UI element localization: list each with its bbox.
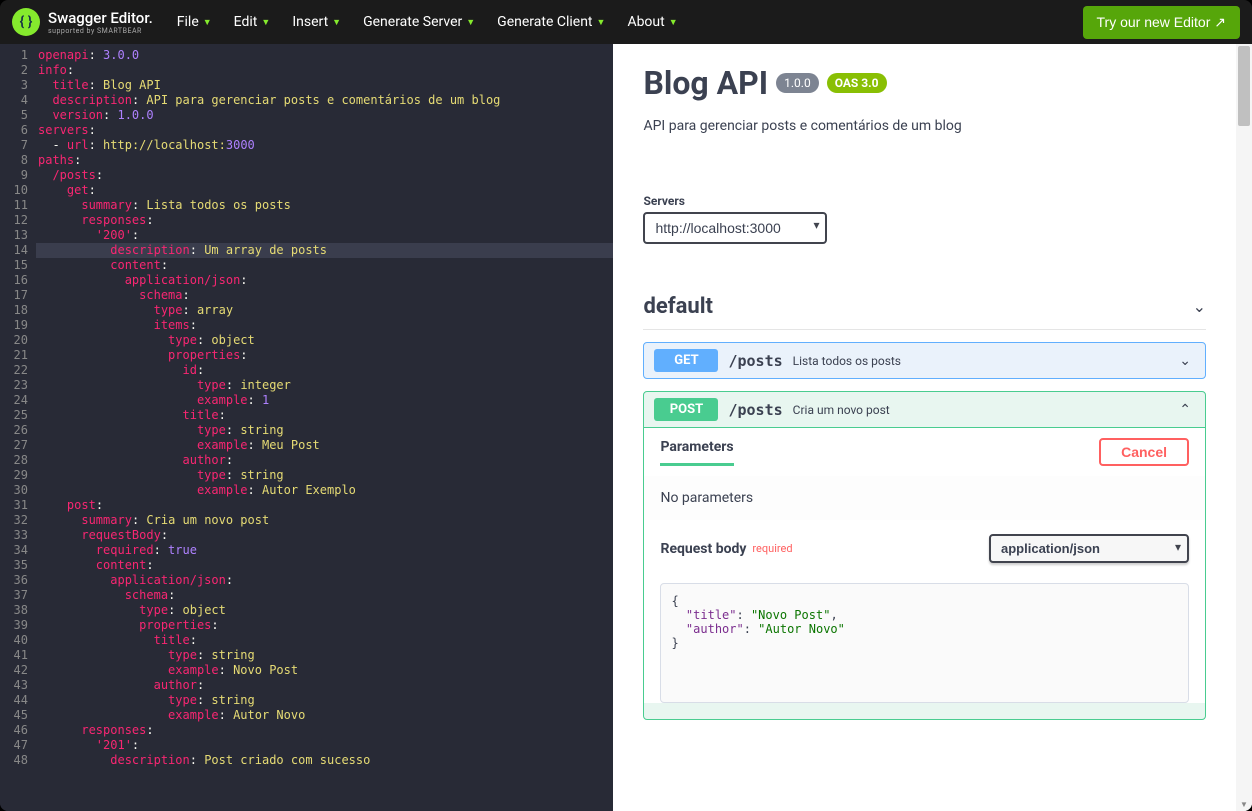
swagger-icon: { } (12, 8, 40, 36)
menu-edit[interactable]: Edit▼ (234, 14, 271, 30)
scroll-down-icon[interactable]: ▼ (1240, 800, 1248, 809)
oas-badge: OAS 3.0 (827, 73, 887, 93)
swagger-ui-pane: Blog API 1.0.0 OAS 3.0 API para gerencia… (613, 44, 1252, 811)
op-summary: Cria um novo post (793, 403, 1170, 417)
caret-down-icon: ▼ (466, 17, 475, 28)
menu-file[interactable]: File▼ (177, 14, 212, 30)
tag-default[interactable]: default ⌄ (643, 284, 1206, 330)
menu-generate-server[interactable]: Generate Server▼ (363, 14, 475, 30)
servers-label: Servers (643, 194, 1206, 208)
line-gutter: 1234567891011121314151617181920212223242… (0, 44, 36, 811)
method-badge: GET (654, 349, 718, 372)
op-header[interactable]: GET /posts Lista todos os posts ⌄ (644, 343, 1205, 378)
menu-about[interactable]: About▼ (627, 14, 677, 30)
try-new-editor-button[interactable]: Try our new Editor ↗ (1083, 6, 1240, 39)
logo-subtext: supported by SMARTBEAR (48, 27, 153, 35)
code-content[interactable]: openapi: 3.0.0info: title: Blog API desc… (36, 44, 613, 811)
scrollbar-thumb[interactable] (1238, 46, 1250, 126)
menu-generate-client[interactable]: Generate Client▼ (497, 14, 605, 30)
required-label: required (752, 542, 792, 555)
request-body-heading: Request body (660, 541, 746, 557)
api-description: API para gerenciar posts e comentários d… (643, 118, 1206, 134)
op-header[interactable]: POST /posts Cria um novo post ⌃ (644, 392, 1205, 427)
op-path: /posts (728, 401, 782, 419)
op-summary: Lista todos os posts (793, 354, 1170, 368)
caret-down-icon: ▼ (669, 17, 678, 28)
chevron-down-icon: ⌄ (1179, 353, 1191, 369)
yaml-editor[interactable]: 1234567891011121314151617181920212223242… (0, 44, 613, 811)
op-path: /posts (728, 352, 782, 370)
cancel-button[interactable]: Cancel (1099, 438, 1189, 466)
chevron-down-icon: ⌄ (1193, 297, 1206, 316)
menu-insert[interactable]: Insert▼ (292, 14, 341, 30)
content-type-select[interactable]: application/json (989, 534, 1189, 563)
request-body-example[interactable]: { "title": "Novo Post", "author": "Autor… (660, 583, 1189, 703)
version-badge: 1.0.0 (776, 73, 819, 93)
scrollbar[interactable]: ▲ ▼ (1236, 44, 1252, 811)
server-select[interactable]: http://localhost:3000 (643, 212, 827, 244)
topbar: { } Swagger Editor. supported by SMARTBE… (0, 0, 1252, 44)
method-badge: POST (654, 398, 718, 421)
op-get-posts: GET /posts Lista todos os posts ⌄ (643, 342, 1206, 379)
parameters-heading: Parameters (660, 439, 733, 466)
op-post-posts: POST /posts Cria um novo post ⌃ Paramete… (643, 391, 1206, 720)
caret-down-icon: ▼ (203, 17, 212, 28)
chevron-up-icon: ⌃ (1179, 402, 1191, 418)
caret-down-icon: ▼ (332, 17, 341, 28)
logo-text: Swagger Editor. (48, 9, 153, 27)
caret-down-icon: ▼ (261, 17, 270, 28)
menu-bar: File▼ Edit▼ Insert▼ Generate Server▼ Gen… (177, 14, 678, 30)
logo[interactable]: { } Swagger Editor. supported by SMARTBE… (12, 8, 153, 36)
api-title: Blog API (643, 64, 768, 102)
no-parameters-text: No parameters (644, 476, 1205, 520)
caret-down-icon: ▼ (597, 17, 606, 28)
